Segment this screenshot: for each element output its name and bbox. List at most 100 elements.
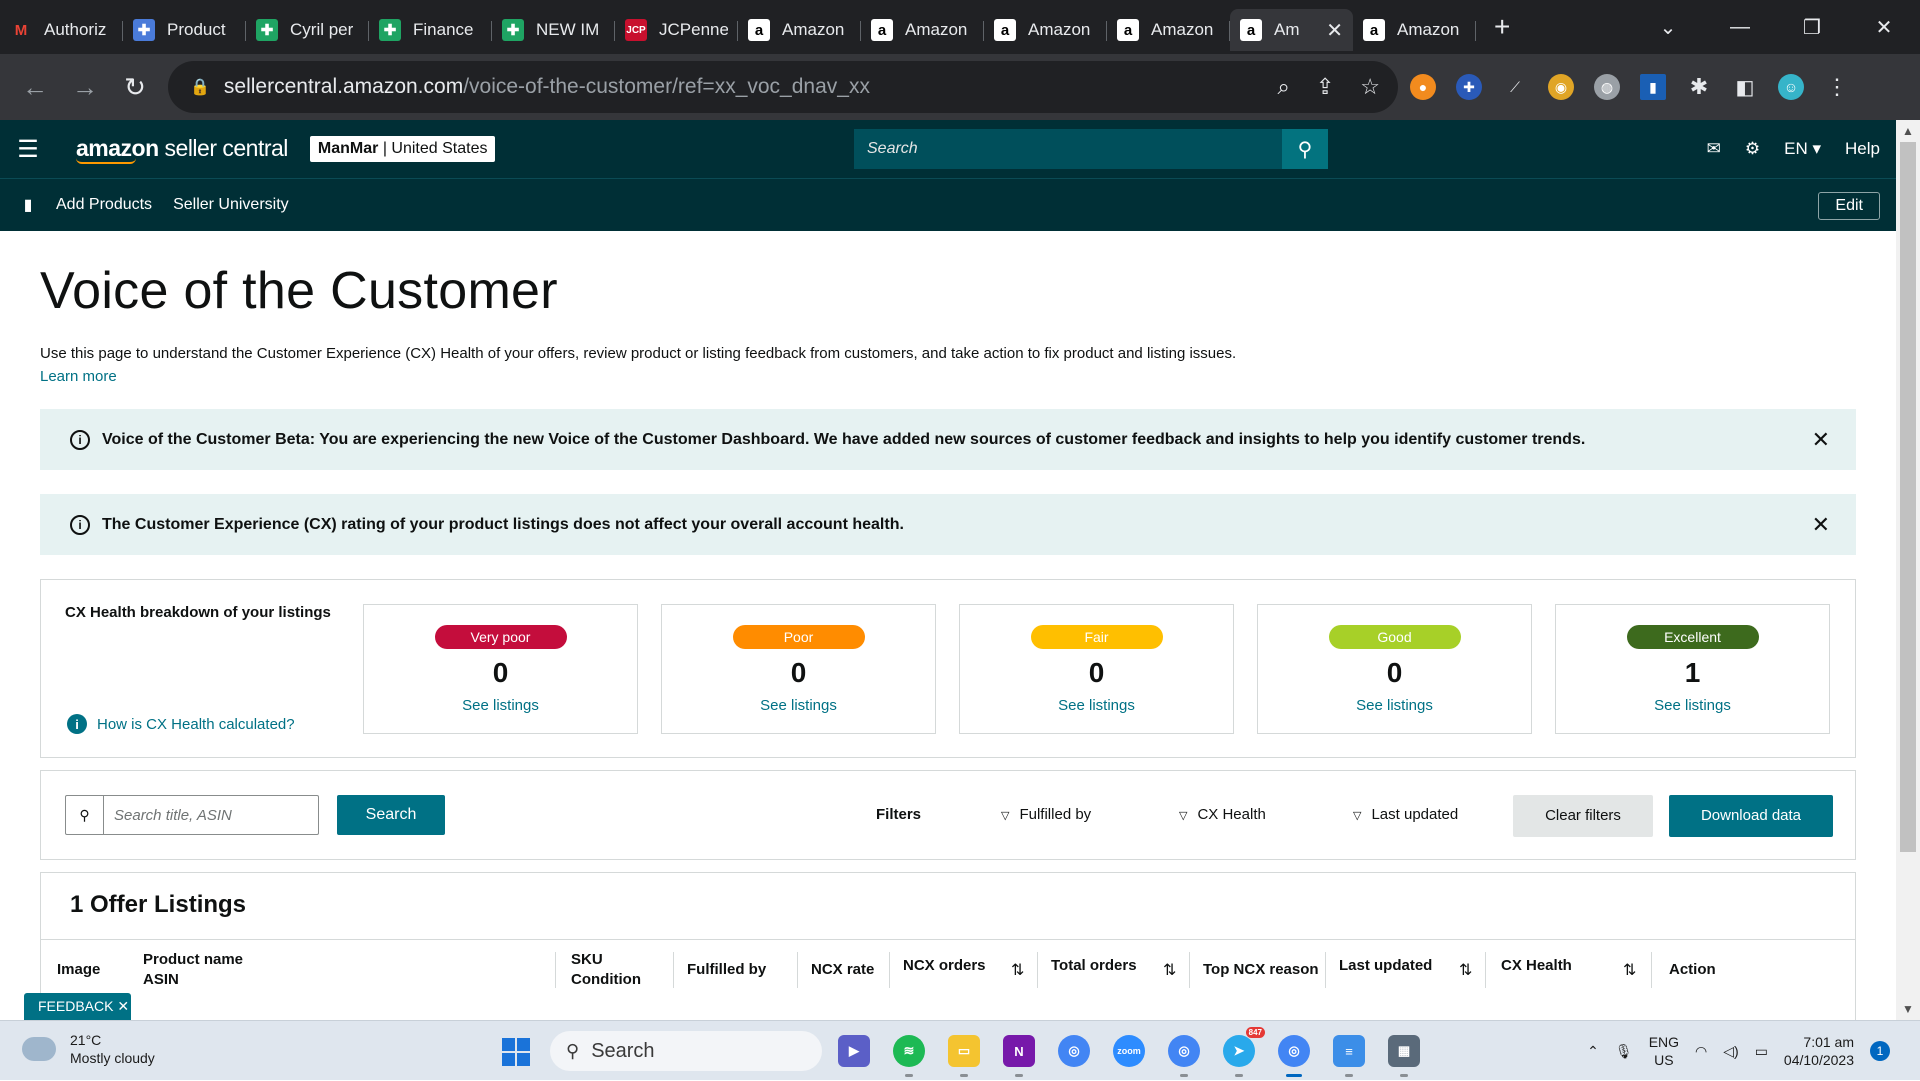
vertical-scrollbar[interactable]: ▲ ▼	[1896, 120, 1920, 1020]
bookmark-icon[interactable]: ▮	[0, 195, 56, 215]
search-button[interactable]: Search	[337, 795, 445, 835]
download-data-button[interactable]: Download data	[1669, 795, 1833, 837]
close-icon[interactable]: ✕	[117, 998, 129, 1014]
col-last-updated[interactable]: Last updated	[1339, 936, 1432, 996]
browser-tab[interactable]: a Amazon	[1353, 9, 1476, 51]
language-indicator[interactable]: ENG US	[1649, 1033, 1679, 1069]
search-icon[interactable]: ⚲	[1282, 137, 1328, 162]
restore-icon[interactable]: ❐	[1776, 15, 1848, 40]
sort-icon[interactable]: ⇅	[1459, 960, 1472, 980]
tab-search-chevron-icon[interactable]: ⌄	[1632, 15, 1704, 40]
see-listings-link[interactable]: See listings	[662, 697, 935, 714]
taskbar-search[interactable]: ⚲ Search	[550, 1031, 822, 1071]
browser-tab[interactable]: a Amazon	[861, 9, 984, 51]
reload-icon[interactable]: ↻	[110, 72, 160, 103]
col-cx-health[interactable]: CX Health	[1501, 936, 1572, 996]
scrollbar-thumb[interactable]	[1900, 142, 1916, 852]
browser-tab[interactable]: ✚ NEW IM	[492, 9, 615, 51]
telegram-icon[interactable]: ➤ 847	[1223, 1027, 1265, 1077]
settings-gear-icon[interactable]: ⚙	[1745, 139, 1760, 159]
browser-tab[interactable]: M Authoriz	[0, 9, 123, 51]
close-tab-icon[interactable]: ✕	[1326, 18, 1343, 43]
zoom-icon[interactable]: zoom	[1113, 1035, 1145, 1067]
help-link[interactable]: Help	[1845, 139, 1880, 159]
extension-orange-icon[interactable]: ●	[1410, 74, 1436, 100]
language-selector[interactable]: EN ▾	[1784, 139, 1821, 159]
browser-tab[interactable]: a Am ✕	[1230, 9, 1353, 51]
browser-menu-icon[interactable]: ⋮	[1824, 74, 1850, 100]
chrome-active-icon[interactable]: ◎	[1278, 1035, 1310, 1077]
chrome-profile-icon[interactable]: ◎	[1168, 1035, 1200, 1077]
browser-tab[interactable]: ✚ Cyril per	[246, 9, 369, 51]
wifi-icon[interactable]: ◠	[1695, 1043, 1707, 1060]
microphone-icon[interactable]: 🎙	[1615, 1043, 1633, 1060]
extension-slash-icon[interactable]: ⟋	[1502, 74, 1528, 100]
battery-icon[interactable]: ▭	[1755, 1043, 1768, 1060]
extension-globe-icon[interactable]: ◍	[1594, 74, 1620, 100]
extension-cross-icon[interactable]: ✚	[1456, 74, 1482, 100]
filter-cx-health[interactable]: ▽ CX Health	[1179, 806, 1266, 823]
nav-seller-university[interactable]: Seller University	[173, 196, 289, 214]
nav-add-products[interactable]: Add Products	[56, 196, 152, 214]
profile-avatar[interactable]: ☺	[1778, 74, 1804, 100]
extension-chart-icon[interactable]: ▮	[1640, 74, 1666, 100]
file-explorer-icon[interactable]: ▭	[948, 1035, 980, 1077]
account-switcher[interactable]: ManMar | United States	[309, 136, 496, 162]
extension-jar-icon[interactable]: ◉	[1548, 74, 1574, 100]
browser-tab[interactable]: a Amazon	[984, 9, 1107, 51]
browser-tab[interactable]: JCP JCPenne	[615, 9, 738, 51]
weather-widget[interactable]: 21°C Mostly cloudy	[18, 1031, 155, 1067]
feedback-button[interactable]: FEEDBACK ✕	[24, 993, 131, 1020]
mail-icon[interactable]: ✉	[1707, 139, 1721, 159]
calculator-icon[interactable]: ▦	[1388, 1035, 1420, 1077]
browser-tab[interactable]: a Amazon	[1107, 9, 1230, 51]
close-icon[interactable]: ✕	[1812, 427, 1830, 453]
share-icon[interactable]: ⇪	[1316, 74, 1334, 100]
edit-nav-button[interactable]: Edit	[1818, 192, 1880, 220]
col-total-orders[interactable]: Total orders	[1051, 936, 1137, 996]
volume-icon[interactable]: ◁)	[1723, 1043, 1738, 1060]
close-icon[interactable]: ✕	[1812, 512, 1830, 538]
minimize-icon[interactable]: —	[1704, 16, 1776, 39]
see-listings-link[interactable]: See listings	[1258, 697, 1531, 714]
onenote-icon[interactable]: N	[1003, 1035, 1035, 1077]
col-ncx-orders[interactable]: NCX orders	[903, 936, 986, 996]
back-icon[interactable]: ←	[10, 72, 60, 103]
hamburger-menu-icon[interactable]: ☰	[0, 135, 56, 164]
filter-last-updated[interactable]: ▽ Last updated	[1353, 806, 1458, 823]
address-bar[interactable]: 🔒 sellercentral.amazon.com/voice-of-the-…	[168, 61, 1398, 113]
cx-health-help-link[interactable]: i How is CX Health calculated?	[67, 714, 295, 734]
see-listings-link[interactable]: See listings	[1556, 697, 1829, 714]
listing-search-input[interactable]	[104, 797, 318, 833]
see-listings-link[interactable]: See listings	[960, 697, 1233, 714]
spotify-icon[interactable]: ≋	[893, 1035, 925, 1077]
header-search-input[interactable]	[854, 129, 1282, 169]
browser-tab[interactable]: a Amazon	[738, 9, 861, 51]
clock[interactable]: 7:01 am 04/10/2023	[1784, 1033, 1854, 1069]
url-text[interactable]: sellercentral.amazon.com/voice-of-the-cu…	[224, 75, 870, 99]
sort-icon[interactable]: ⇅	[1011, 960, 1024, 980]
chrome-icon[interactable]: ◎	[1058, 1035, 1090, 1067]
notepad-icon[interactable]: ≡	[1333, 1035, 1365, 1077]
video-call-icon[interactable]: ▶	[838, 1035, 870, 1067]
see-listings-link[interactable]: See listings	[364, 697, 637, 714]
browser-tab[interactable]: ✚ Product	[123, 9, 246, 51]
seller-central-logo[interactable]: amazon seller central	[76, 135, 288, 164]
tray-overflow-icon[interactable]: ⌃	[1587, 1043, 1599, 1060]
forward-icon[interactable]: →	[60, 72, 110, 103]
zoom-icon[interactable]: ⌕	[1278, 74, 1290, 100]
scroll-down-icon[interactable]: ▼	[1902, 1002, 1914, 1016]
notification-badge[interactable]: 1	[1870, 1041, 1890, 1061]
close-window-icon[interactable]: ✕	[1848, 15, 1920, 40]
filter-fulfilled-by[interactable]: ▽ Fulfilled by	[1001, 806, 1091, 823]
bookmark-star-icon[interactable]: ☆	[1360, 74, 1380, 100]
new-tab-button[interactable]: +	[1494, 11, 1510, 43]
sort-icon[interactable]: ⇅	[1163, 960, 1176, 980]
extensions-puzzle-icon[interactable]: ✱	[1686, 74, 1712, 100]
browser-tab[interactable]: ✚ Finance	[369, 9, 492, 51]
side-panel-icon[interactable]: ◧	[1732, 74, 1758, 100]
windows-start-icon[interactable]	[502, 1038, 530, 1066]
scroll-up-icon[interactable]: ▲	[1902, 124, 1914, 138]
sort-icon[interactable]: ⇅	[1623, 960, 1636, 980]
learn-more-link[interactable]: Learn more	[40, 368, 117, 385]
